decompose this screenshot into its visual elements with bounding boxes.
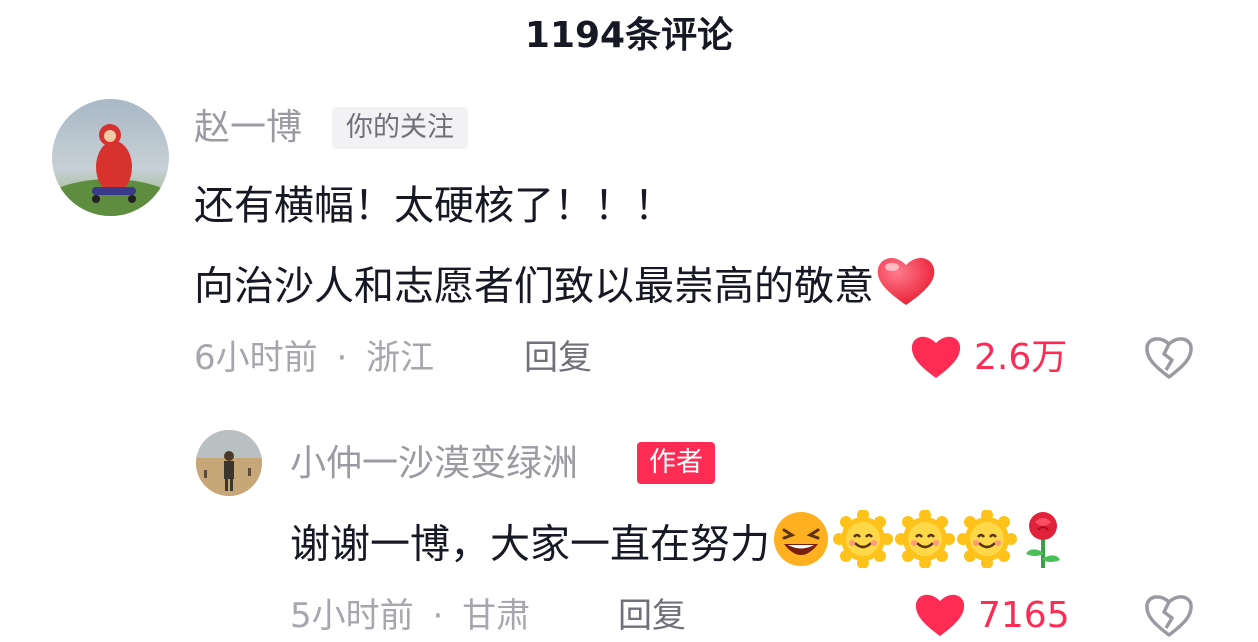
like-count: 2.6万: [974, 337, 1068, 378]
author-badge: 作者: [637, 442, 715, 484]
dislike-button[interactable]: [1144, 334, 1194, 384]
reply-location: 甘肃: [462, 596, 531, 636]
reply-text-line: 谢谢一博，大家一直在努力: [290, 508, 1068, 585]
like-button[interactable]: 2.6万: [910, 332, 1067, 384]
liked-heart-icon: [910, 332, 962, 384]
comment-location: 浙江: [366, 338, 435, 378]
comment-meta: 6小时前 · 浙江: [194, 334, 434, 382]
reply-reply-button[interactable]: 回复: [618, 592, 686, 640]
smiling-sun-emoji: [894, 509, 956, 583]
liked-heart-icon: [914, 590, 966, 642]
reply-username[interactable]: 小仲一沙漠变绿洲: [290, 440, 578, 488]
following-badge: 你的关注: [332, 107, 468, 149]
smiling-sun-emoji: [956, 509, 1018, 583]
reply-like-count: 7165: [978, 595, 1070, 636]
smiling-sun-emoji: [832, 509, 894, 583]
reply-like-button[interactable]: 7165: [914, 590, 1070, 642]
reply-button[interactable]: 回复: [524, 334, 592, 382]
meta-separator: ·: [336, 338, 348, 378]
comment-username[interactable]: 赵一博: [194, 104, 302, 152]
comment-text-line-1: 还有横幅！太硬核了！！！: [194, 183, 674, 229]
avatar[interactable]: [52, 99, 169, 216]
reply-time: 5小时前: [290, 596, 414, 636]
broken-heart-icon: [1144, 337, 1194, 384]
broken-heart-icon: [1144, 595, 1194, 642]
comment-text: 向治沙人和志愿者们致以最崇高的敬意: [194, 263, 874, 310]
red-heart-emoji: [874, 253, 938, 324]
laughing-emoji: [770, 510, 832, 583]
reply-avatar[interactable]: [196, 430, 262, 496]
rose-emoji: [1018, 508, 1068, 585]
reply-dislike-button[interactable]: [1144, 592, 1194, 642]
reply-meta: 5小时前 · 甘肃: [290, 592, 530, 640]
comments-count-title: 1194条评论: [524, 15, 734, 56]
reply-text: 谢谢一博，大家一直在努力: [290, 521, 770, 568]
comment-text-line-2: 向治沙人和志愿者们致以最崇高的敬意: [194, 253, 938, 324]
meta-separator: ·: [432, 596, 444, 636]
comment-time: 6小时前: [194, 338, 318, 378]
